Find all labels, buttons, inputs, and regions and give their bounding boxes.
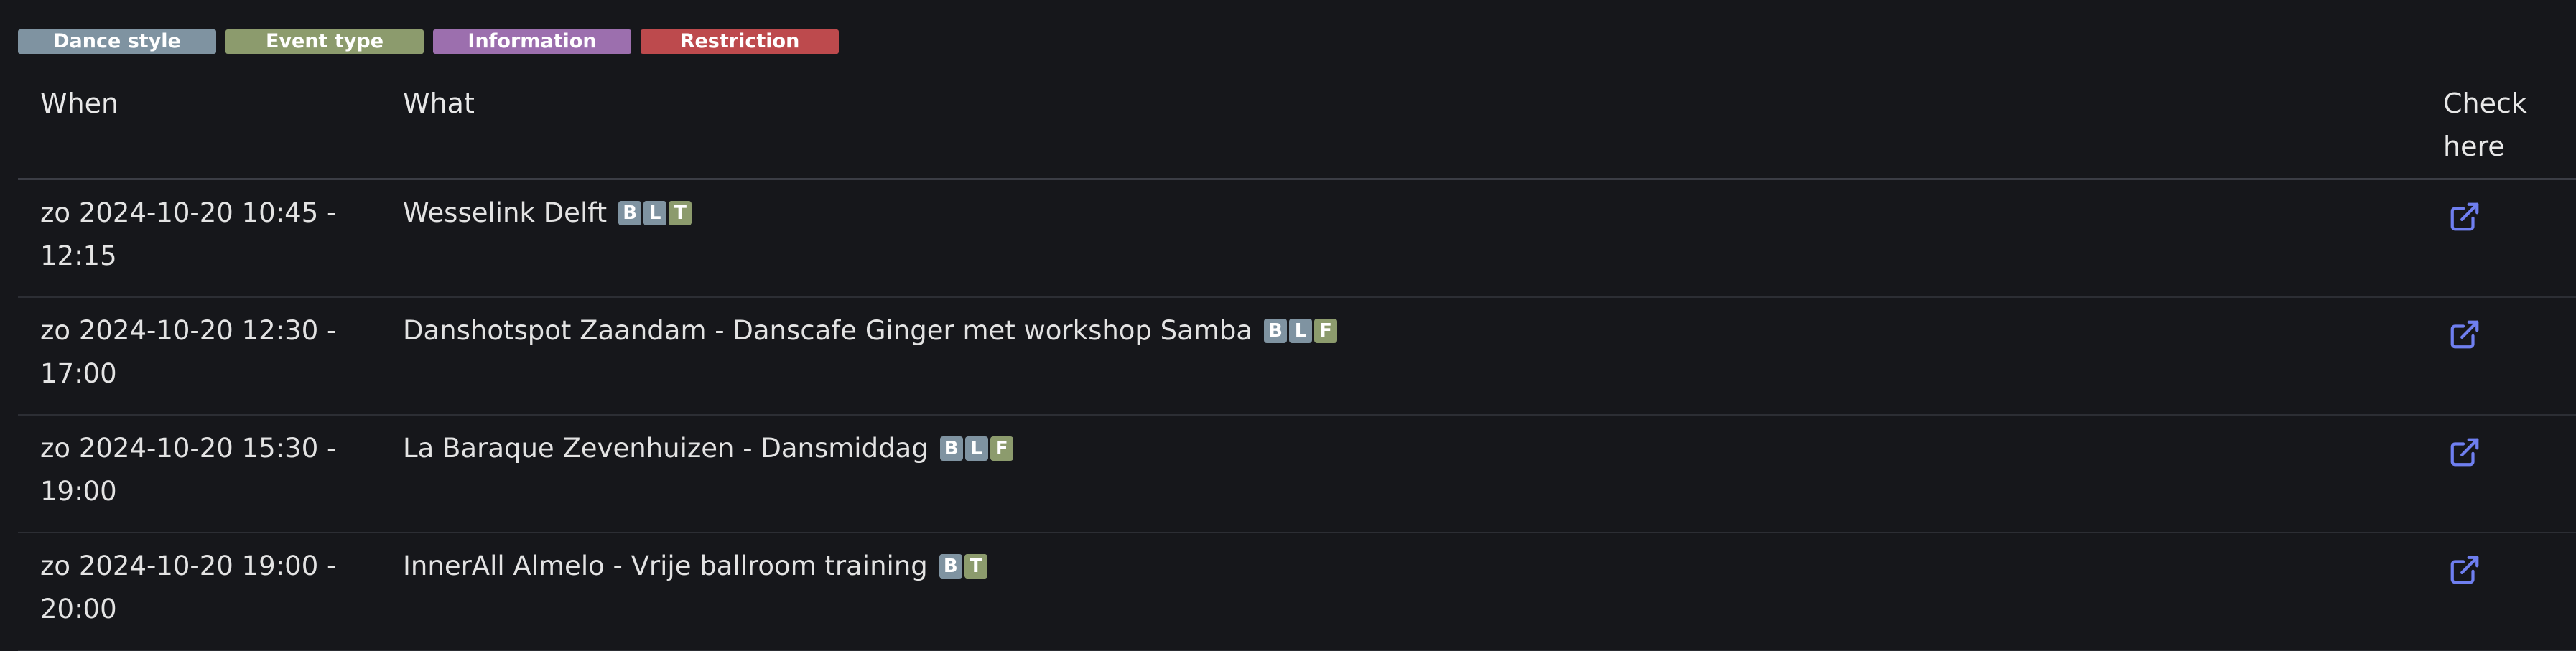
external-link-icon[interactable] — [2448, 553, 2481, 586]
legend-restriction: Restriction — [641, 29, 839, 54]
event-badges: BT — [939, 554, 987, 579]
event-badges: BLF — [939, 436, 1013, 461]
badge-type: T — [669, 201, 692, 225]
event-badges: BLT — [618, 201, 692, 225]
badge-style: B — [618, 201, 642, 225]
event-title: Danshotspot Zaandam - Danscafe Ginger me… — [403, 315, 1253, 346]
legend-information: Information — [433, 29, 631, 54]
badge-style: B — [939, 436, 963, 461]
table-row: zo 2024-10-20 12:30 - 17:00 Danshotspot Z… — [18, 298, 2576, 416]
event-when: zo 2024-10-20 10:45 - 12:15 — [40, 197, 337, 271]
event-when: zo 2024-10-20 12:30 - 17:00 — [40, 315, 337, 389]
badge-type: F — [990, 436, 1013, 461]
table-row: zo 2024-10-20 15:30 - 19:00 La Baraque Ze… — [18, 416, 2576, 533]
external-link-icon[interactable] — [2448, 200, 2481, 233]
badge-style: B — [1264, 319, 1288, 343]
table-header: When What Check here — [18, 72, 2576, 180]
event-what: InnerAll Almelo - Vrije ballroom trainin… — [403, 545, 987, 588]
badge-type: F — [1314, 319, 1338, 343]
event-when: zo 2024-10-20 15:30 - 19:00 — [40, 433, 337, 507]
event-badges: BLF — [1264, 319, 1338, 343]
event-title: Wesselink Delft — [403, 197, 608, 228]
event-what: Wesselink Delft B L T — [403, 192, 692, 235]
header-what: What — [403, 88, 475, 119]
events-table: When What Check here zo 2024-10-20 10:45… — [18, 72, 2576, 651]
event-when: zo 2024-10-20 19:00 - 20:00 — [40, 551, 337, 624]
legend-dance-style: Dance style — [18, 29, 216, 54]
badge-type: T — [964, 554, 987, 579]
table-row: zo 2024-10-20 19:00 - 20:00 InnerAll Alme… — [18, 533, 2576, 651]
badge-style: L — [964, 436, 988, 461]
badge-style: L — [1289, 319, 1313, 343]
event-what: La Baraque Zevenhuizen - Dansmiddag B L F — [403, 427, 1013, 470]
event-title: La Baraque Zevenhuizen - Dansmiddag — [403, 433, 929, 464]
legend-event-type: Event type — [225, 29, 424, 54]
legend: Dance style Event type Information Restr… — [18, 29, 839, 54]
external-link-icon[interactable] — [2448, 436, 2481, 469]
badge-style: B — [939, 554, 962, 579]
event-what: Danshotspot Zaandam - Danscafe Ginger me… — [403, 309, 1338, 352]
external-link-icon[interactable] — [2448, 318, 2481, 351]
table-body: zo 2024-10-20 10:45 - 12:15 Wesselink Del… — [18, 180, 2576, 651]
badge-style: L — [643, 201, 667, 225]
event-title: InnerAll Almelo - Vrije ballroom trainin… — [403, 551, 928, 581]
header-check-here: Check here — [2443, 88, 2527, 162]
table-row: zo 2024-10-20 10:45 - 12:15 Wesselink Del… — [18, 180, 2576, 298]
header-when: When — [40, 88, 119, 119]
